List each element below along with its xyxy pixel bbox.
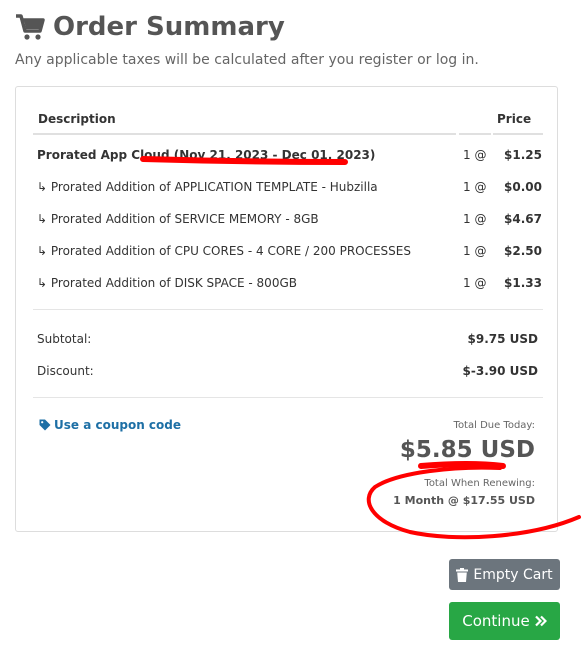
total-renewing-label: Total When Renewing: (424, 478, 535, 489)
section-divider (33, 397, 543, 398)
discount-label: Discount: (37, 364, 94, 378)
discount-value: $-3.90 USD (462, 364, 538, 378)
total-renewing-value: 1 Month @ $17.55 USD (393, 494, 535, 507)
shopping-cart-icon (16, 14, 45, 40)
total-due-today-label: Total Due Today: (453, 420, 535, 431)
line-item-quantity: 1 @ (463, 180, 487, 194)
order-summary-panel: Description Price Prorated App Cloud (No… (15, 86, 558, 532)
header-divider (493, 133, 543, 135)
coupon-link[interactable]: Use a coupon code (39, 418, 181, 432)
line-item: ↳ Prorated Addition of SERVICE MEMORY - … (37, 212, 542, 232)
line-item-description: ↳ Prorated Addition of CPU CORES - 4 COR… (37, 244, 411, 258)
continue-label[interactable]: Continue (462, 612, 529, 630)
double-chevron-right-icon (534, 615, 547, 627)
page-title-text: Order Summary (53, 12, 285, 42)
continue-button[interactable]: Continue (449, 602, 560, 640)
line-item-price: $1.33 (504, 276, 542, 290)
line-item: ↳ Prorated Addition of DISK SPACE - 800G… (37, 276, 542, 296)
page-header: Order Summary (15, 10, 285, 44)
coupon-link-label[interactable]: Use a coupon code (54, 418, 181, 432)
line-item-description: ↳ Prorated Addition of DISK SPACE - 800G… (37, 276, 297, 290)
line-item: ↳ Prorated Addition of CPU CORES - 4 COR… (37, 244, 542, 264)
line-item: Prorated App Cloud (Nov 21, 2023 - Dec 0… (37, 148, 542, 168)
line-item-quantity: 1 @ (463, 212, 487, 226)
section-divider (33, 309, 543, 310)
tax-notice: Any applicable taxes will be calculated … (15, 52, 479, 68)
total-due-today-value: $5.85 USD (399, 437, 535, 463)
line-item-price: $4.67 (504, 212, 542, 226)
line-item-description: Prorated App Cloud (Nov 21, 2023 - Dec 0… (37, 148, 376, 162)
page-title: Order Summary (15, 10, 285, 44)
price-header: Price (497, 112, 532, 126)
trash-icon (456, 567, 469, 582)
line-item-quantity: 1 @ (463, 148, 487, 162)
empty-cart-label[interactable]: Empty Cart (473, 567, 552, 583)
line-item-price: $2.50 (504, 244, 542, 258)
subtotal-label: Subtotal: (37, 332, 92, 346)
tag-icon (39, 419, 51, 431)
line-item-description: ↳ Prorated Addition of SERVICE MEMORY - … (37, 212, 319, 226)
header-divider (33, 133, 456, 135)
line-item: ↳ Prorated Addition of APPLICATION TEMPL… (37, 180, 542, 200)
line-item-price: $1.25 (504, 148, 542, 162)
header-divider (459, 133, 491, 135)
line-item-quantity: 1 @ (463, 276, 487, 290)
line-item-description: ↳ Prorated Addition of APPLICATION TEMPL… (37, 180, 378, 194)
subtotal-value: $9.75 USD (467, 332, 538, 346)
line-item-price: $0.00 (504, 180, 542, 194)
description-header: Description (38, 112, 116, 126)
line-item-quantity: 1 @ (463, 244, 487, 258)
empty-cart-button[interactable]: Empty Cart (449, 559, 560, 590)
